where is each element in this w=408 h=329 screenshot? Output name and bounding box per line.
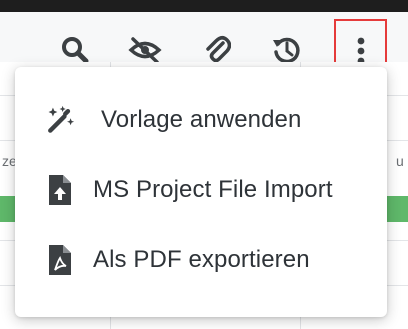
menu-item-label: MS Project File Import xyxy=(93,176,333,203)
file-pdf-icon xyxy=(45,243,75,277)
menu-item-ms-project-import[interactable]: MS Project File Import xyxy=(15,155,387,225)
menu-item-label: Als PDF exportieren xyxy=(93,246,310,273)
menu-item-export-pdf[interactable]: Als PDF exportieren xyxy=(15,225,387,295)
file-upload-icon xyxy=(45,173,75,207)
overflow-menu: Vorlage anwenden MS Project File Import … xyxy=(15,67,387,317)
menu-item-label: Vorlage anwenden xyxy=(101,106,302,133)
background-text: u xyxy=(396,153,404,169)
top-strip xyxy=(0,0,408,12)
menu-item-apply-template[interactable]: Vorlage anwenden xyxy=(15,85,387,155)
more-vertical-icon xyxy=(357,37,364,64)
magic-wand-icon xyxy=(45,103,75,137)
